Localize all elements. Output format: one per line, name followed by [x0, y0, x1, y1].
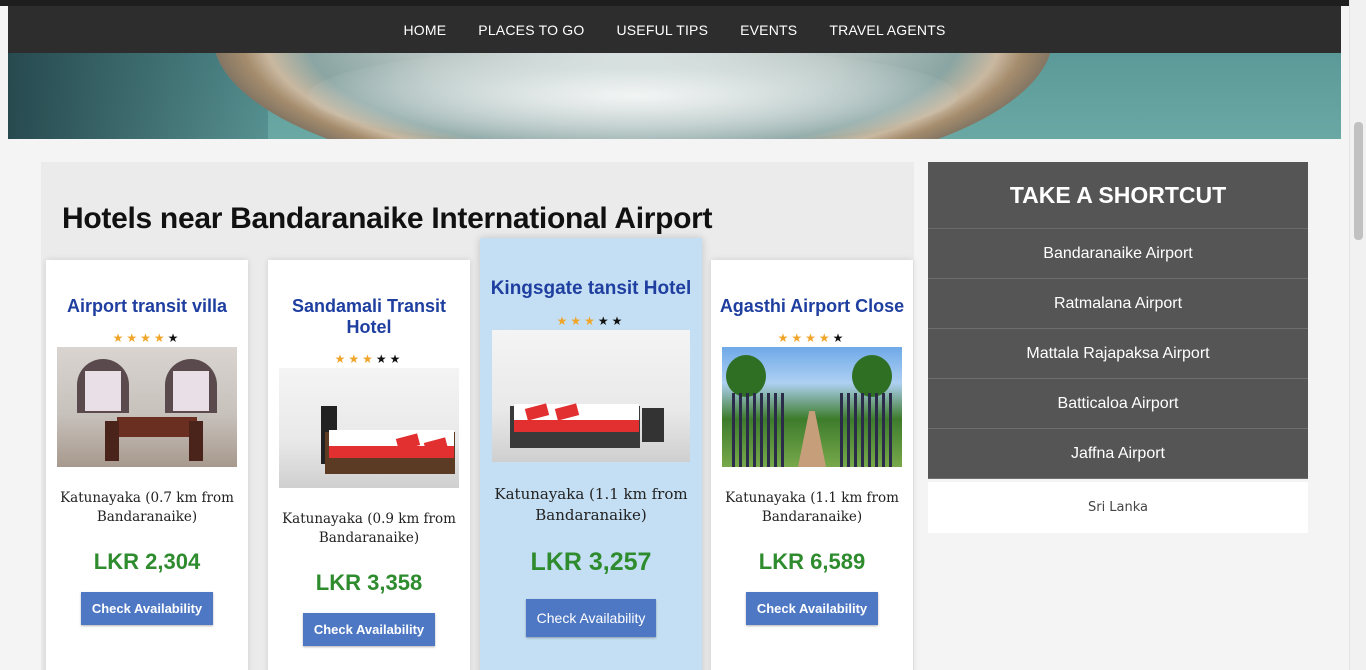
hotel-card: Sandamali Transit Hotel ★★★★★ Katunayaka…: [268, 260, 470, 670]
star-rating: ★★★★★: [711, 331, 913, 345]
hotel-name-link[interactable]: Agasthi Airport Close: [711, 296, 913, 317]
nav-useful-tips[interactable]: USEFUL TIPS: [616, 22, 708, 38]
hotel-photo[interactable]: [722, 347, 902, 467]
shortcut-sidebar: TAKE A SHORTCUT Bandaranaike Airport Rat…: [928, 162, 1308, 533]
sidebar-item-ratmalana[interactable]: Ratmalana Airport: [928, 279, 1308, 329]
star-filled-icon: ★: [334, 352, 349, 366]
star-filled-icon: ★: [153, 331, 168, 345]
check-availability-button[interactable]: Check Availability: [80, 592, 214, 625]
page-scrollbar[interactable]: [1349, 0, 1366, 670]
hotel-location: Katunayaka (1.1 km from Bandaranaike): [494, 485, 688, 524]
hotel-name-link[interactable]: Kingsgate tansit Hotel: [480, 278, 702, 300]
check-availability-button[interactable]: Check Availability: [525, 599, 657, 637]
star-empty-icon: ★: [611, 314, 626, 328]
hotel-location: Katunayaka (1.1 km from Bandaranaike): [725, 490, 899, 525]
check-availability-button[interactable]: Check Availability: [745, 592, 879, 625]
sidebar-item-batticaloa[interactable]: Batticaloa Airport: [928, 379, 1308, 429]
star-filled-icon: ★: [112, 331, 127, 345]
star-empty-icon: ★: [375, 352, 390, 366]
scrollbar-thumb[interactable]: [1354, 122, 1363, 240]
hotel-photo[interactable]: [279, 368, 459, 488]
star-empty-icon: ★: [597, 314, 612, 328]
star-rating: ★★★★★: [46, 331, 248, 345]
hotel-price: LKR 3,358: [315, 570, 423, 595]
hotels-section: Hotels near Bandaranaike International A…: [41, 162, 914, 670]
hotel-price: LKR 6,589: [758, 549, 866, 574]
hotel-price: LKR 3,257: [530, 548, 652, 576]
star-rating: ★★★★★: [268, 352, 470, 366]
star-filled-icon: ★: [791, 331, 806, 345]
check-availability-button[interactable]: Check Availability: [302, 613, 436, 646]
hotel-card-featured: Kingsgate tansit Hotel ★★★★★ Katunayaka …: [480, 238, 702, 670]
main-navigation: HOME PLACES TO GO USEFUL TIPS EVENTS TRA…: [8, 6, 1341, 53]
star-filled-icon: ★: [348, 352, 363, 366]
hotel-card: Airport transit villa ★★★★★ Katunayaka (…: [46, 260, 248, 670]
hotel-photo[interactable]: [492, 330, 690, 462]
star-filled-icon: ★: [362, 352, 376, 366]
nav-places-to-go[interactable]: PLACES TO GO: [478, 22, 584, 38]
nav-home[interactable]: HOME: [403, 22, 446, 38]
star-filled-icon: ★: [805, 331, 819, 345]
sidebar-item-mattala[interactable]: Mattala Rajapaksa Airport: [928, 329, 1308, 379]
sidebar-footer-link[interactable]: Sri Lanka: [928, 482, 1308, 533]
star-rating: ★★★★★: [480, 314, 702, 328]
star-empty-icon: ★: [167, 331, 182, 345]
star-empty-icon: ★: [389, 352, 404, 366]
star-filled-icon: ★: [126, 331, 141, 345]
star-filled-icon: ★: [140, 331, 154, 345]
hotel-card: Agasthi Airport Close ★★★★★ Katunayaka (…: [711, 260, 913, 670]
nav-events[interactable]: EVENTS: [740, 22, 797, 38]
page-title: Hotels near Bandaranaike International A…: [62, 202, 713, 235]
sidebar-item-jaffna[interactable]: Jaffna Airport: [928, 429, 1308, 479]
hotel-name-link[interactable]: Airport transit villa: [46, 296, 248, 317]
hotel-name-link[interactable]: Sandamali Transit Hotel: [268, 296, 470, 338]
star-filled-icon: ★: [777, 331, 792, 345]
sidebar-item-bandaranaike[interactable]: Bandaranaike Airport: [928, 229, 1308, 279]
star-filled-icon: ★: [584, 314, 598, 328]
nav-travel-agents[interactable]: TRAVEL AGENTS: [829, 22, 945, 38]
hotel-location: Katunayaka (0.7 km from Bandaranaike): [60, 490, 234, 525]
star-filled-icon: ★: [556, 314, 571, 328]
star-filled-icon: ★: [818, 331, 833, 345]
sidebar-title: TAKE A SHORTCUT: [928, 162, 1308, 229]
star-empty-icon: ★: [832, 331, 847, 345]
hotel-price: LKR 2,304: [93, 549, 201, 574]
hotel-photo[interactable]: [57, 347, 237, 467]
hotel-location: Katunayaka (0.9 km from Bandaranaike): [282, 511, 456, 546]
star-filled-icon: ★: [570, 314, 585, 328]
